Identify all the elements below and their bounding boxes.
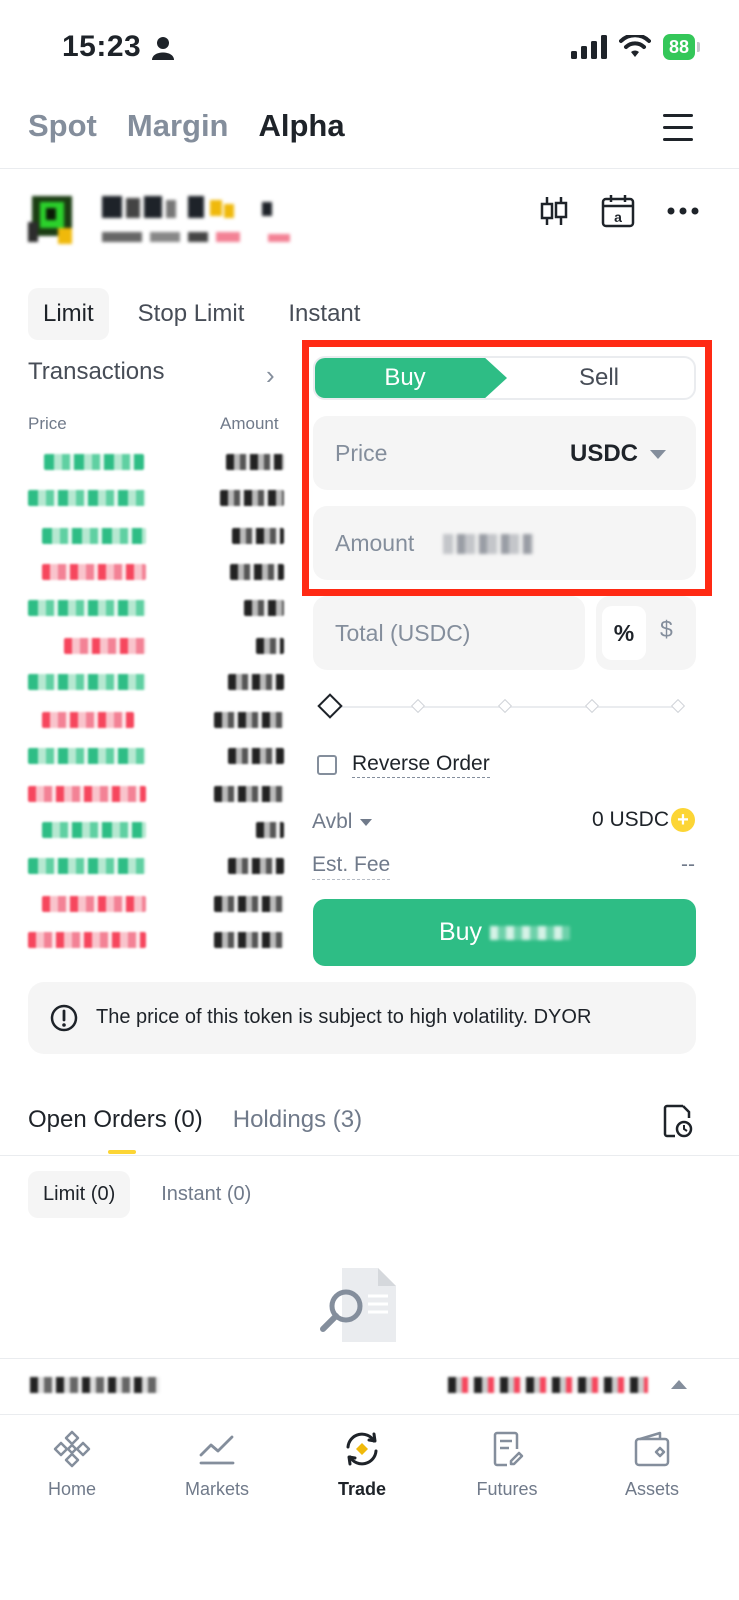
tab-limit[interactable]: Limit	[28, 288, 109, 340]
active-tab-indicator	[108, 1150, 136, 1154]
markets-chart-icon	[199, 1435, 235, 1465]
token-header-actions: a	[539, 194, 699, 228]
subtab-limit[interactable]: Limit (0)	[28, 1171, 131, 1218]
transaction-row	[28, 454, 284, 474]
tab-margin[interactable]: Margin	[127, 108, 229, 144]
caret-up-icon[interactable]	[671, 1380, 687, 1389]
home-diamond-icon	[53, 1430, 91, 1468]
nav-home[interactable]: Home	[12, 1429, 132, 1500]
battery-indicator: 88	[662, 34, 701, 60]
available-balance-label[interactable]: Avbl	[312, 810, 373, 834]
amount-column-header: Amount	[220, 414, 279, 433]
empty-state-search-icon	[320, 1268, 396, 1342]
orders-subtabs: Limit (0) Instant (0)	[28, 1171, 282, 1218]
orders-tabs: Open Orders (0) Holdings (3)	[28, 1106, 362, 1134]
nav-trade[interactable]: Trade	[302, 1429, 422, 1500]
estimated-fee-label[interactable]: Est. Fee	[312, 853, 391, 880]
nav-futures[interactable]: Futures	[447, 1429, 567, 1500]
total-mode-toggle: % $	[596, 596, 696, 670]
notice-text: The price of this token is subject to hi…	[96, 1006, 592, 1028]
transaction-row	[28, 748, 284, 768]
signal-icon	[570, 35, 607, 59]
slider-step-25[interactable]	[410, 698, 426, 714]
reverse-order-label[interactable]: Reverse Order	[352, 752, 490, 778]
dollar-mode-button[interactable]: $	[660, 616, 673, 643]
estimated-fee-value: --	[681, 853, 695, 876]
caret-down-icon	[360, 818, 373, 826]
info-alert-icon	[50, 1004, 78, 1032]
tab-instant[interactable]: Instant	[273, 288, 375, 340]
status-time: 15:23	[62, 30, 142, 63]
transaction-row	[28, 674, 284, 694]
tab-alpha[interactable]: Alpha	[259, 108, 345, 144]
futures-document-icon	[493, 1431, 524, 1467]
transaction-row	[28, 490, 284, 510]
slider-step-100[interactable]	[670, 698, 686, 714]
person-icon	[152, 37, 174, 60]
token-logo	[28, 192, 88, 248]
svg-text:a: a	[614, 209, 622, 225]
token-name[interactable]	[102, 196, 302, 253]
transaction-row	[28, 638, 284, 658]
total-input[interactable]: Total (USDC)	[313, 596, 585, 670]
wallet-icon	[634, 1431, 670, 1467]
transaction-row	[28, 858, 284, 878]
bottom-navigation: Home Markets Trade Futures Assets	[0, 1414, 739, 1600]
divider	[0, 168, 739, 169]
transaction-row	[28, 932, 284, 952]
transaction-row	[28, 822, 284, 842]
subtab-instant[interactable]: Instant (0)	[146, 1171, 266, 1218]
more-options-icon[interactable]	[667, 207, 699, 215]
highlight-annotation	[302, 340, 712, 596]
token-symbol-redacted	[490, 926, 571, 941]
transaction-row	[28, 564, 284, 584]
transaction-row	[28, 528, 284, 548]
divider	[0, 1358, 739, 1359]
chevron-right-icon[interactable]: ›	[266, 360, 275, 391]
candlestick-chart-icon[interactable]	[539, 195, 569, 227]
transaction-row	[28, 896, 284, 916]
reverse-order-checkbox[interactable]	[317, 755, 337, 775]
transaction-row	[28, 786, 284, 806]
hamburger-menu-icon[interactable]	[663, 114, 693, 150]
slider-step-50[interactable]	[497, 698, 513, 714]
tab-holdings[interactable]: Holdings (3)	[233, 1106, 362, 1134]
available-balance-value: 0 USDC	[591, 808, 669, 831]
nav-assets[interactable]: Assets	[592, 1429, 712, 1500]
transaction-row	[28, 712, 284, 732]
buy-button[interactable]: Buy	[313, 899, 696, 966]
order-type-tabs: Limit Stop Limit Instant	[28, 288, 389, 340]
nav-markets[interactable]: Markets	[157, 1429, 277, 1500]
add-funds-icon[interactable]: +	[671, 808, 695, 832]
slider-step-75[interactable]	[584, 698, 600, 714]
status-indicators: 88	[570, 34, 701, 60]
tab-spot[interactable]: Spot	[28, 108, 97, 144]
slider-handle[interactable]	[317, 693, 343, 719]
calendar-alpha-icon[interactable]: a	[601, 194, 635, 228]
tab-open-orders[interactable]: Open Orders (0)	[28, 1106, 203, 1134]
wifi-icon	[618, 35, 651, 57]
tab-stop-limit[interactable]: Stop Limit	[123, 288, 260, 340]
ticker-price[interactable]	[448, 1377, 648, 1393]
ticker-symbol[interactable]	[30, 1377, 160, 1393]
order-history-icon[interactable]	[663, 1104, 693, 1138]
price-column-header: Price	[28, 414, 67, 433]
total-label: Total (USDC)	[335, 620, 471, 646]
percent-mode-button[interactable]: %	[602, 606, 646, 660]
trade-swap-icon	[346, 1432, 378, 1466]
transaction-row	[28, 600, 284, 620]
market-type-tabs: Spot Margin Alpha	[28, 108, 345, 144]
divider	[0, 1155, 739, 1156]
volatility-notice: The price of this token is subject to hi…	[28, 982, 696, 1054]
transactions-title[interactable]: Transactions	[28, 358, 165, 386]
